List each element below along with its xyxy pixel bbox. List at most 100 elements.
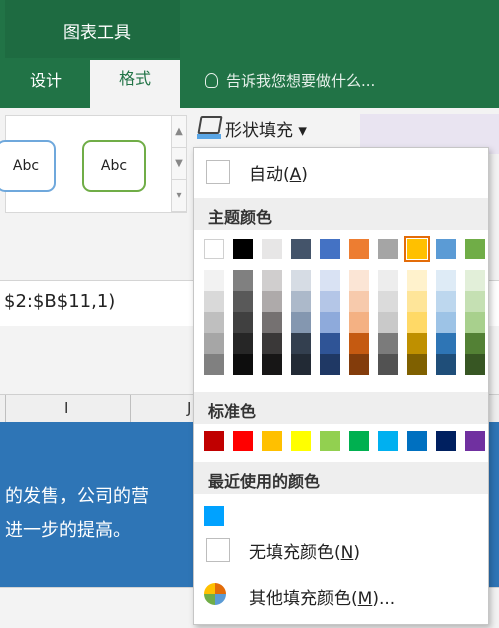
theme-shade-swatch[interactable] xyxy=(204,312,224,333)
recent-color-swatch[interactable] xyxy=(204,506,224,526)
theme-shade-swatch[interactable] xyxy=(233,312,253,333)
shape-text-line: 进一步的提高。 xyxy=(5,520,131,541)
theme-color-swatch[interactable] xyxy=(349,239,369,259)
theme-shade-swatch[interactable] xyxy=(291,312,311,333)
shape-style-thumbnail[interactable]: Abc xyxy=(0,140,56,192)
theme-shade-swatch[interactable] xyxy=(204,270,224,291)
theme-shade-swatch[interactable] xyxy=(407,333,427,354)
theme-shade-swatch[interactable] xyxy=(320,291,340,312)
theme-shade-swatch[interactable] xyxy=(349,312,369,333)
theme-shade-swatch[interactable] xyxy=(320,354,340,375)
tell-me-search[interactable]: 告诉我您想要做什么... xyxy=(205,66,375,96)
theme-shade-swatch[interactable] xyxy=(291,291,311,312)
theme-shade-swatch[interactable] xyxy=(262,270,282,291)
tab-design[interactable]: 设计 xyxy=(30,66,62,108)
theme-shade-swatch[interactable] xyxy=(436,270,456,291)
theme-shade-swatch[interactable] xyxy=(291,354,311,375)
theme-color-swatch[interactable] xyxy=(320,239,340,259)
shape-fill-button[interactable]: 形状填充 ▾ xyxy=(195,112,335,142)
gallery-scroll-up-button[interactable]: ▲ xyxy=(172,116,186,148)
context-title: 图表工具 xyxy=(63,23,131,43)
theme-shade-swatch[interactable] xyxy=(465,270,485,291)
theme-shade-swatch[interactable] xyxy=(291,333,311,354)
theme-shade-swatch[interactable] xyxy=(262,354,282,375)
theme-shade-swatch[interactable] xyxy=(349,354,369,375)
theme-shade-swatch[interactable] xyxy=(320,333,340,354)
theme-shade-swatch[interactable] xyxy=(378,333,398,354)
theme-shade-swatch[interactable] xyxy=(378,291,398,312)
theme-shade-swatch[interactable] xyxy=(262,312,282,333)
theme-shade-swatch[interactable] xyxy=(378,312,398,333)
auto-fill-item[interactable]: 自动(A) xyxy=(194,150,488,190)
theme-shade-swatch[interactable] xyxy=(291,270,311,291)
theme-shade-swatch[interactable] xyxy=(465,354,485,375)
more-fill-colors-label: 其他填充颜色(M)... xyxy=(249,589,396,609)
theme-shade-swatch[interactable] xyxy=(320,270,340,291)
paint-bucket-icon xyxy=(197,116,223,134)
standard-color-swatch[interactable] xyxy=(378,431,398,451)
column-header-j[interactable]: J xyxy=(187,399,191,417)
theme-shade-swatch[interactable] xyxy=(436,312,456,333)
standard-color-swatch[interactable] xyxy=(349,431,369,451)
shape-style-thumbnail[interactable]: Abc xyxy=(82,140,146,192)
standard-color-swatch[interactable] xyxy=(465,431,485,451)
theme-color-swatch[interactable] xyxy=(436,239,456,259)
theme-shade-swatch[interactable] xyxy=(436,354,456,375)
formula-text: $2:$B$11,1) xyxy=(4,291,116,312)
tell-me-text: 告诉我您想要做什么... xyxy=(226,72,376,90)
standard-color-swatch[interactable] xyxy=(233,431,253,451)
theme-shade-swatch[interactable] xyxy=(465,291,485,312)
gallery-expand-button[interactable]: ▾ xyxy=(172,180,186,212)
theme-shade-swatch[interactable] xyxy=(204,354,224,375)
standard-color-swatch[interactable] xyxy=(436,431,456,451)
standard-color-swatch[interactable] xyxy=(320,431,340,451)
no-fill-label: 无填充颜色(N) xyxy=(249,543,360,563)
theme-shade-swatch[interactable] xyxy=(349,333,369,354)
no-fill-item[interactable]: 无填充颜色(N) xyxy=(194,528,488,568)
auto-fill-label: 自动(A) xyxy=(249,165,308,185)
theme-color-swatch[interactable] xyxy=(233,239,253,259)
theme-shade-swatch[interactable] xyxy=(233,291,253,312)
theme-shade-swatch[interactable] xyxy=(407,312,427,333)
color-wheel-icon xyxy=(204,583,226,605)
theme-shade-swatch[interactable] xyxy=(233,270,253,291)
theme-shade-swatch[interactable] xyxy=(436,291,456,312)
theme-shade-swatch[interactable] xyxy=(465,312,485,333)
shape-fill-label: 形状填充 ▾ xyxy=(225,121,307,141)
theme-shade-swatch[interactable] xyxy=(349,291,369,312)
theme-color-swatch[interactable] xyxy=(465,239,485,259)
theme-color-swatch[interactable] xyxy=(378,239,398,259)
standard-color-swatch[interactable] xyxy=(407,431,427,451)
theme-shade-swatch[interactable] xyxy=(378,270,398,291)
theme-shade-swatch[interactable] xyxy=(233,354,253,375)
theme-shade-swatch[interactable] xyxy=(204,333,224,354)
auto-color-box xyxy=(206,160,230,184)
theme-shade-swatch[interactable] xyxy=(407,291,427,312)
standard-color-swatch[interactable] xyxy=(262,431,282,451)
standard-color-swatch[interactable] xyxy=(291,431,311,451)
theme-shade-swatch[interactable] xyxy=(436,333,456,354)
theme-shade-swatch[interactable] xyxy=(320,312,340,333)
theme-shade-swatch[interactable] xyxy=(349,270,369,291)
theme-shade-swatch[interactable] xyxy=(465,333,485,354)
ribbon-tab-bar: 图表工具 设计 格式 告诉我您想要做什么... xyxy=(0,0,499,108)
theme-shade-swatch[interactable] xyxy=(378,354,398,375)
theme-shade-swatch[interactable] xyxy=(407,270,427,291)
theme-color-swatch[interactable] xyxy=(291,239,311,259)
theme-shade-swatch[interactable] xyxy=(262,291,282,312)
shape-styles-gallery: Abc Abc ▲ ▼ ▾ xyxy=(0,115,187,213)
theme-color-swatch[interactable] xyxy=(262,239,282,259)
standard-color-swatch[interactable] xyxy=(204,431,224,451)
theme-shade-swatch[interactable] xyxy=(233,333,253,354)
theme-shade-swatch[interactable] xyxy=(204,291,224,312)
lightbulb-icon xyxy=(205,73,218,88)
theme-color-swatch[interactable] xyxy=(204,239,224,259)
theme-color-swatch[interactable] xyxy=(404,236,430,262)
theme-shade-swatch[interactable] xyxy=(262,333,282,354)
more-fill-colors-item[interactable]: 其他填充颜色(M)... xyxy=(194,574,488,614)
standard-colors-header: 标准色 xyxy=(194,392,488,424)
tab-format[interactable]: 格式 xyxy=(90,60,180,108)
gallery-scroll-down-button[interactable]: ▼ xyxy=(172,148,186,180)
theme-shade-swatch[interactable] xyxy=(407,354,427,375)
column-header-i[interactable]: I xyxy=(64,399,68,417)
